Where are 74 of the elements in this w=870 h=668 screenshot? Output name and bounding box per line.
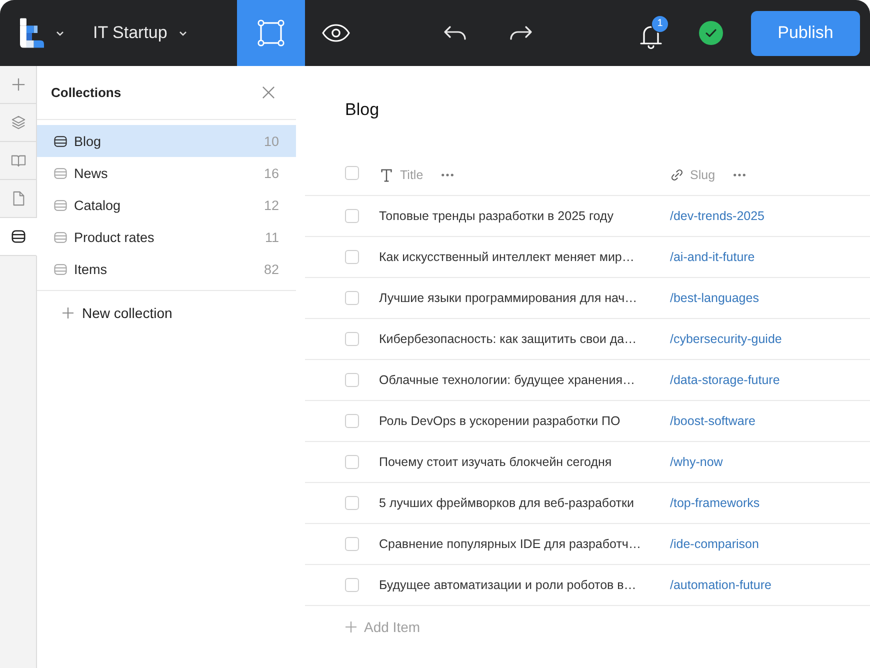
row-checkbox[interactable] [345,291,359,305]
slug-cell: /boost-software [670,414,756,428]
title-cell: Почему стоит изучать блокчейн сегодня [379,455,612,469]
slug-cell: /ide-comparison [670,537,759,551]
database-icon [54,200,67,210]
row-checkbox[interactable] [345,209,359,223]
item-count: 12 [264,198,279,212]
title-cell: Лучшие языки программирования для нач… [379,291,638,305]
database-icon [54,136,67,146]
project-menu-button[interactable]: IT Startup [85,13,205,53]
panel-title: Collections [51,85,122,100]
row-checkbox[interactable] [345,537,359,551]
plus-icon [10,77,26,92]
link-icon [671,169,683,181]
title-cell: Роль DevOps в ускорении разработки ПО [379,414,620,428]
eye-icon [322,24,350,42]
collection-item[interactable]: Product rates 11 [37,221,296,253]
slug-cell: /ai-and-it-future [670,250,755,264]
book-icon [10,153,26,168]
slug-cell: /data-storage-future [670,373,780,387]
redo-icon [509,25,533,41]
file-icon [10,191,26,206]
item-count: 10 [264,134,279,148]
collection-item[interactable]: News 16 [37,157,296,189]
item-count: 16 [264,166,279,180]
database-icon [54,168,67,178]
database-tab[interactable] [0,218,37,256]
row-checkbox[interactable] [345,414,359,428]
text-type-icon [381,168,392,182]
new-collection-button[interactable]: New collection [55,299,180,327]
collection-item[interactable]: Blog 10 [37,125,296,157]
slug-cell: /automation-future [670,578,772,592]
logo-icon [20,17,44,49]
column-header: Title [400,168,424,182]
row-checkbox[interactable] [345,455,359,469]
frame-icon [257,19,285,47]
plus-icon [345,621,357,633]
title-cell: Как искусственный интеллект меняет мир… [379,250,634,264]
title-cell: Облачные технологии: будущее хранения… [379,373,636,387]
layers-icon [10,115,26,130]
database-icon [54,264,67,274]
title-cell: Кибербезопасность: как защитить свои да… [379,332,637,346]
collection-item[interactable]: Items 82 [37,253,296,285]
item-count: 11 [264,230,279,244]
chevron-down-icon [179,30,188,36]
slug-cell: /best-languages [670,291,759,305]
row-checkbox[interactable] [345,332,359,346]
row-checkbox[interactable] [345,496,359,510]
select-all-checkbox[interactable] [345,166,359,180]
close-icon [262,86,275,99]
collection-title: Blog [345,99,380,121]
slug-cell: /dev-trends-2025 [670,209,765,223]
plus-icon [62,307,74,319]
chevron-down-icon [56,30,64,36]
title-cell: 5 лучших фреймворков для веб-разработки [379,496,634,510]
database-icon [10,229,26,244]
close-button[interactable] [262,86,275,99]
column-header: Slug [690,168,716,182]
title-cell: Будущее автоматизации и роли роботов в… [379,578,636,592]
more-icon[interactable] [441,173,454,177]
database-icon [54,232,67,242]
collection-item[interactable]: Catalog 12 [37,189,296,221]
row-checkbox[interactable] [345,578,359,592]
row-checkbox[interactable] [345,250,359,264]
more-icon[interactable] [733,173,746,177]
title-cell: Топовые тренды разработки в 2025 году [379,209,614,223]
notification-badge: 1 [651,15,669,33]
slug-cell: /cybersecurity-guide [670,332,782,346]
undo-icon [443,25,467,41]
row-checkbox[interactable] [345,373,359,387]
slug-cell: /why-now [670,455,723,469]
title-cell: Сравнение популярных IDE для разработч… [379,537,641,551]
item-count: 82 [264,262,279,276]
slug-cell: /top-frameworks [670,496,760,510]
